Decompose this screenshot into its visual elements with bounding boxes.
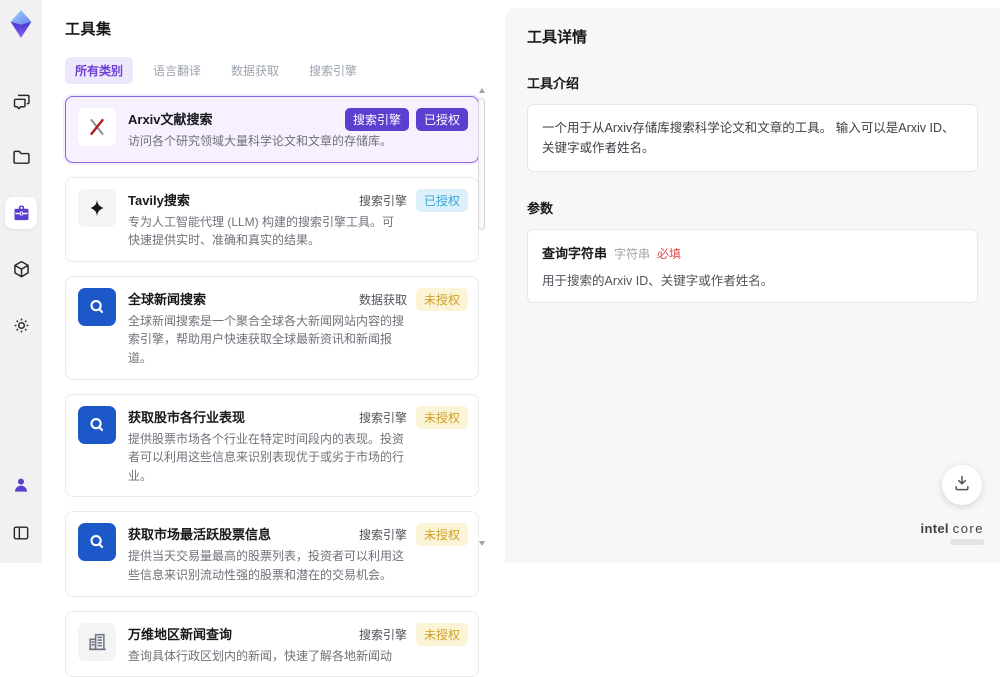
param-name: 查询字符串 bbox=[542, 243, 607, 262]
auth-status-badge: 未授权 bbox=[416, 623, 468, 646]
sidebar-item-packages[interactable] bbox=[5, 253, 37, 285]
tool-card-active-stocks[interactable]: 获取市场最活跃股票信息 提供当天交易量最高的股票列表，投资者可以利用这些信息来识… bbox=[65, 511, 479, 596]
tool-detail-panel: 工具详情 工具介绍 一个用于从Arxiv存储库搜索科学论文和文章的工具。 输入可… bbox=[505, 8, 1000, 563]
user-icon bbox=[11, 475, 31, 495]
tool-description: 访问各个研究领域大量科学论文和文章的存储库。 bbox=[128, 132, 404, 151]
intro-text: 一个用于从Arxiv存储库搜索科学论文和文章的工具。 输入可以是Arxiv ID… bbox=[542, 118, 963, 158]
category-badge: 搜索引擎 bbox=[357, 406, 409, 429]
sidebar-item-tools[interactable] bbox=[5, 197, 37, 229]
category-tabs: 所有类别 语言翻译 数据获取 搜索引擎 bbox=[65, 57, 498, 84]
sidebar-item-settings[interactable] bbox=[5, 309, 37, 341]
search-app-icon bbox=[78, 523, 116, 561]
search-app-icon bbox=[78, 406, 116, 444]
cube-icon bbox=[11, 259, 32, 280]
brand-subtext-bar bbox=[950, 539, 984, 545]
tab-data-fetching[interactable]: 数据获取 bbox=[221, 57, 289, 84]
building-icon bbox=[78, 623, 116, 661]
page-title: 工具集 bbox=[65, 18, 498, 39]
category-badge: 搜索引擎 bbox=[345, 108, 409, 131]
auth-status-badge: 已授权 bbox=[416, 108, 468, 131]
panel-layout-icon bbox=[11, 523, 31, 543]
folder-icon bbox=[11, 147, 32, 168]
toolbox-icon bbox=[11, 203, 32, 224]
user-avatar-button[interactable] bbox=[5, 469, 37, 501]
tab-all-categories[interactable]: 所有类别 bbox=[65, 57, 133, 84]
tool-list-panel: 工具集 所有类别 语言翻译 数据获取 搜索引擎 Arxiv文献搜索 访问各个研究… bbox=[42, 0, 498, 563]
tool-description: 查询具体行政区划内的新闻，快速了解各地新闻动 bbox=[128, 647, 404, 666]
category-badge: 搜索引擎 bbox=[357, 623, 409, 646]
gear-icon bbox=[11, 315, 32, 336]
list-scrollbar[interactable] bbox=[477, 88, 487, 546]
app-logo-icon bbox=[7, 9, 35, 39]
star-icon bbox=[78, 189, 116, 227]
download-icon bbox=[952, 473, 972, 498]
auth-status-badge: 未授权 bbox=[416, 406, 468, 429]
scroll-down-arrow-icon[interactable] bbox=[479, 541, 485, 546]
category-badge: 数据获取 bbox=[357, 288, 409, 311]
scrollbar-thumb[interactable] bbox=[478, 98, 485, 230]
param-type: 字符串 bbox=[614, 245, 650, 262]
sidebar-item-chat[interactable] bbox=[5, 85, 37, 117]
intro-heading: 工具介绍 bbox=[527, 73, 978, 92]
auth-status-badge: 已授权 bbox=[416, 189, 468, 212]
param-required-flag: 必填 bbox=[657, 245, 681, 262]
scroll-up-arrow-icon[interactable] bbox=[479, 88, 485, 93]
param-description: 用于搜索的Arxiv ID、关键字或作者姓名。 bbox=[542, 270, 963, 289]
tool-card-arxiv[interactable]: Arxiv文献搜索 访问各个研究领域大量科学论文和文章的存储库。 搜索引擎 已授… bbox=[65, 96, 479, 163]
tool-description: 提供当天交易量最高的股票列表，投资者可以利用这些信息来识别流动性强的股票和潜在的… bbox=[128, 547, 404, 584]
sidebar-item-files[interactable] bbox=[5, 141, 37, 173]
detail-title: 工具详情 bbox=[527, 26, 978, 47]
arxiv-icon bbox=[78, 108, 116, 146]
param-card: 查询字符串 字符串 必填 用于搜索的Arxiv ID、关键字或作者姓名。 bbox=[527, 229, 978, 303]
left-rail bbox=[0, 0, 42, 563]
tab-search-engine[interactable]: 搜索引擎 bbox=[299, 57, 367, 84]
tool-card-regional-news[interactable]: 万维地区新闻查询 查询具体行政区划内的新闻，快速了解各地新闻动 搜索引擎 未授权 bbox=[65, 611, 479, 677]
brand-word-intel: intel bbox=[921, 521, 949, 536]
intel-core-logo: intel core bbox=[921, 521, 984, 545]
tool-list: Arxiv文献搜索 访问各个研究领域大量科学论文和文章的存储库。 搜索引擎 已授… bbox=[65, 96, 479, 677]
auth-status-badge: 未授权 bbox=[416, 523, 468, 546]
tool-description: 全球新闻搜索是一个聚合全球各大新闻网站内容的搜索引擎，帮助用户快速获取全球最新资… bbox=[128, 312, 404, 368]
tool-description: 提供股票市场各个行业在特定时间段内的表现。投资者可以利用这些信息来识别表现优于或… bbox=[128, 430, 404, 486]
brand-word-core: core bbox=[953, 521, 984, 536]
tool-description: 专为人工智能代理 (LLM) 构建的搜索引擎工具。可快速提供实时、准确和真实的结… bbox=[128, 213, 404, 250]
category-badge: 搜索引擎 bbox=[357, 189, 409, 212]
tool-card-tavily[interactable]: Tavily搜索 专为人工智能代理 (LLM) 构建的搜索引擎工具。可快速提供实… bbox=[65, 177, 479, 262]
download-button[interactable] bbox=[942, 465, 982, 505]
category-badge: 搜索引擎 bbox=[357, 523, 409, 546]
tool-card-sector-performance[interactable]: 获取股市各行业表现 提供股票市场各个行业在特定时间段内的表现。投资者可以利用这些… bbox=[65, 394, 479, 498]
tab-language-translation[interactable]: 语言翻译 bbox=[143, 57, 211, 84]
params-heading: 参数 bbox=[527, 198, 978, 217]
search-app-icon bbox=[78, 288, 116, 326]
tool-card-global-news[interactable]: 全球新闻搜索 全球新闻搜索是一个聚合全球各大新闻网站内容的搜索引擎，帮助用户快速… bbox=[65, 276, 479, 380]
chat-icon bbox=[11, 91, 32, 112]
collapse-panel-button[interactable] bbox=[5, 517, 37, 549]
intro-card: 一个用于从Arxiv存储库搜索科学论文和文章的工具。 输入可以是Arxiv ID… bbox=[527, 104, 978, 172]
auth-status-badge: 未授权 bbox=[416, 288, 468, 311]
